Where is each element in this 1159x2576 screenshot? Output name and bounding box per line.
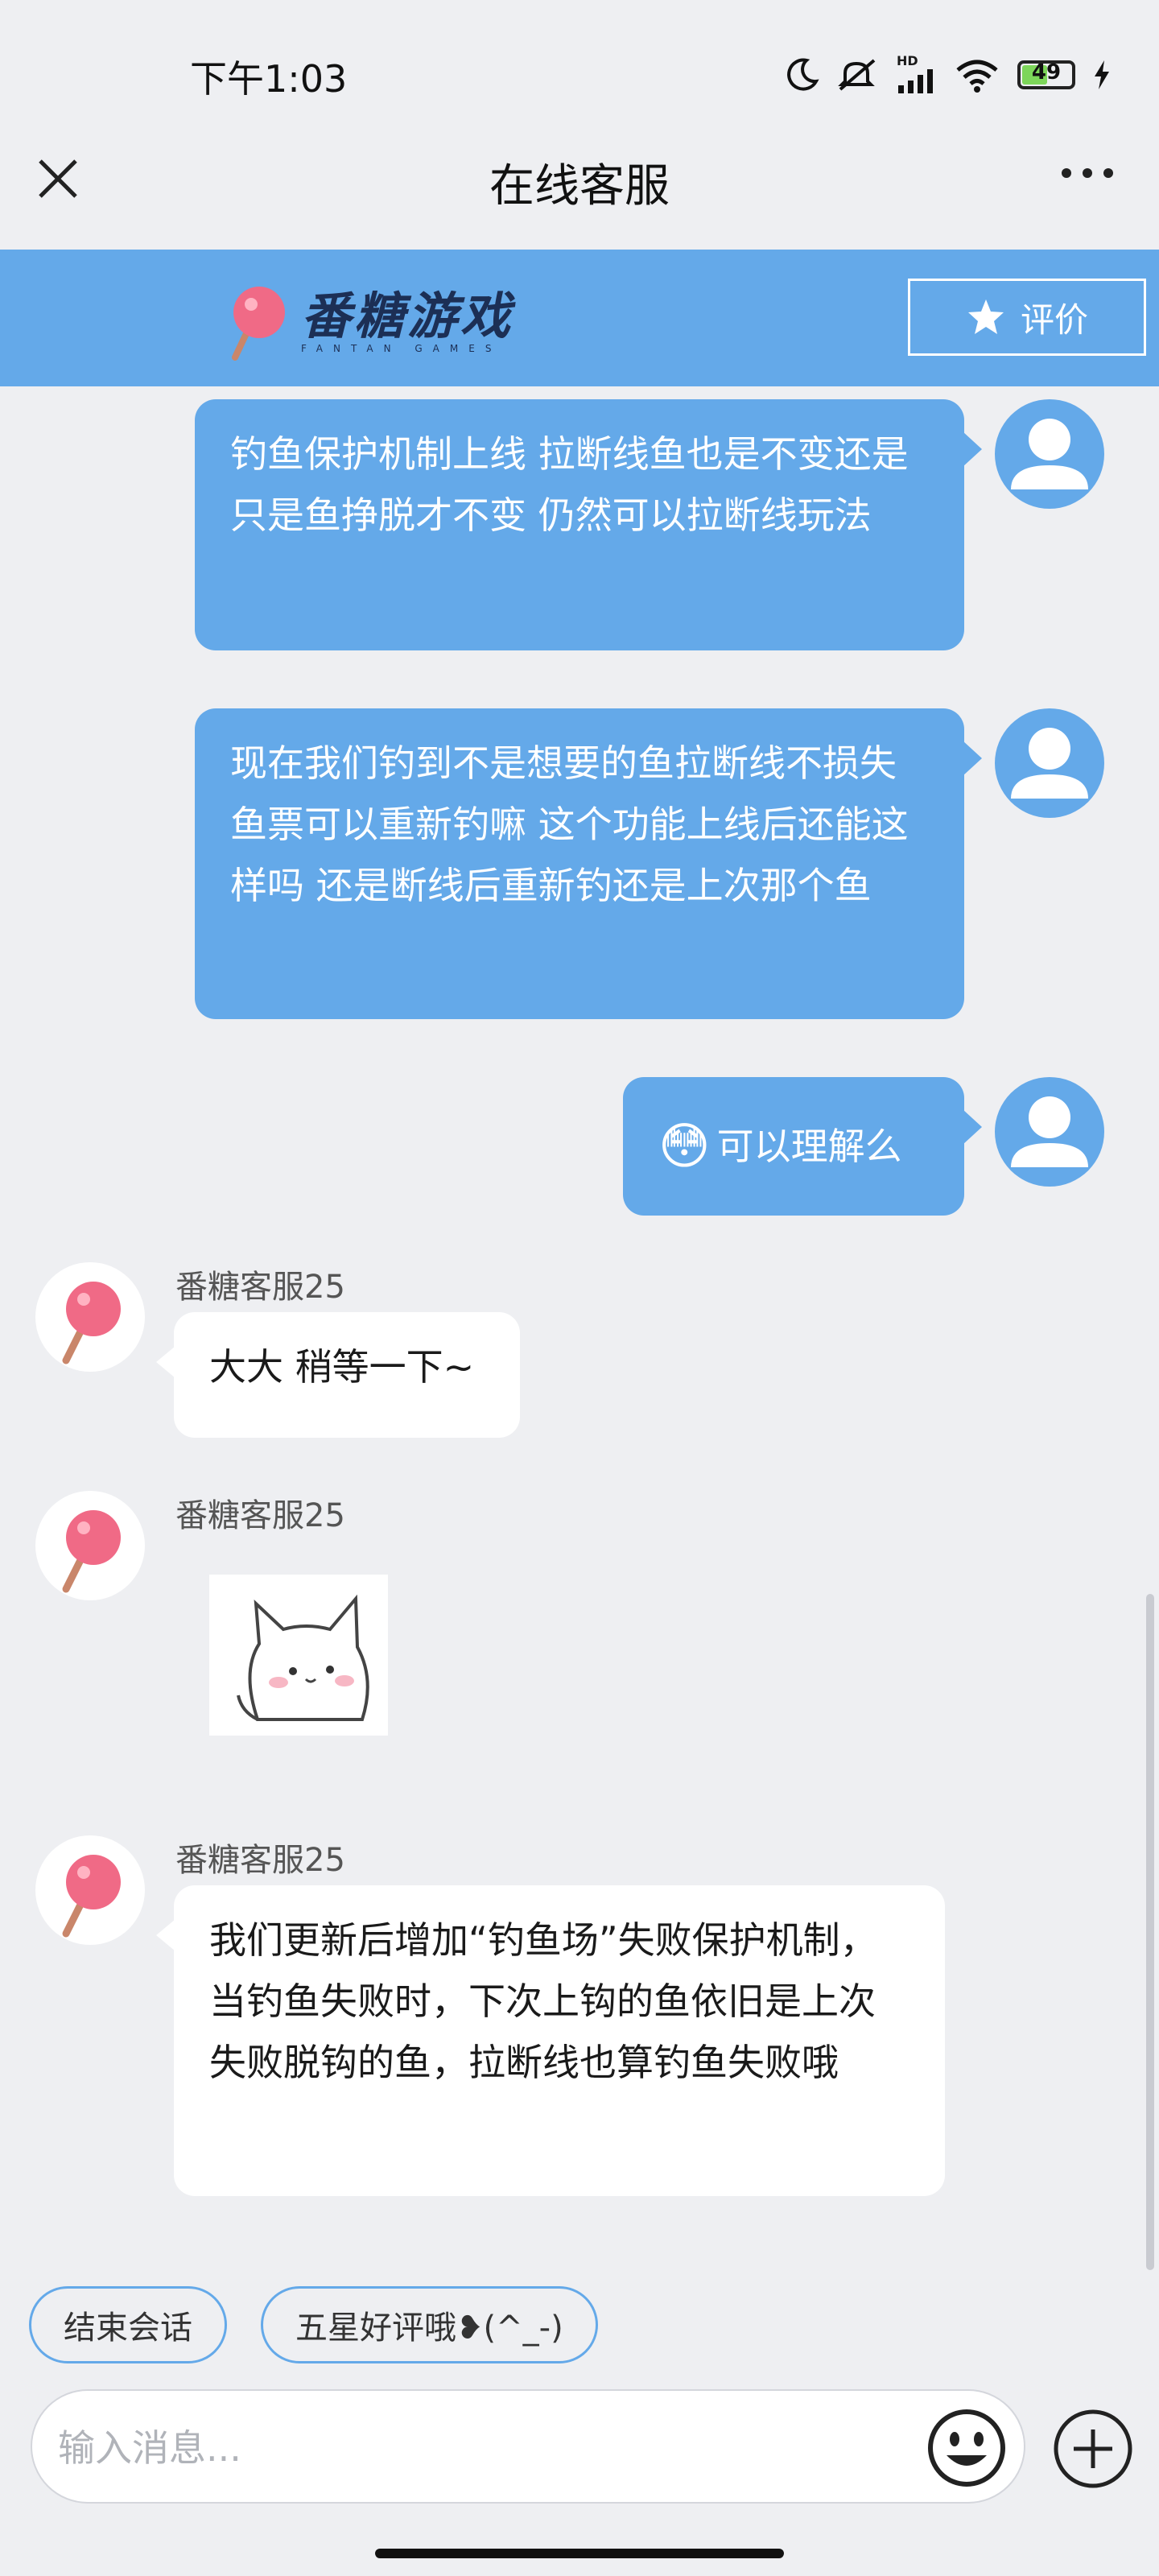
page-title: 在线客服 — [489, 160, 670, 213]
rate-button[interactable]: 评价 — [908, 279, 1146, 356]
emoji-icon[interactable] — [926, 2407, 1008, 2489]
user-avatar[interactable] — [995, 399, 1104, 509]
chat-scrollbar[interactable] — [1146, 1594, 1154, 2270]
home-indicator[interactable] — [375, 2549, 784, 2558]
user-avatar-icon — [1011, 419, 1088, 489]
charging-icon — [1095, 60, 1109, 89]
end-session-button[interactable]: 结束会话 — [29, 2286, 227, 2363]
mute-icon — [838, 59, 876, 91]
message-text: 可以理解么 — [716, 1125, 902, 1168]
star-icon — [967, 299, 1004, 334]
message-bubble-out[interactable]: 😳 可以理解么 — [623, 1077, 982, 1216]
chat-messages: 钓鱼保护机制上线 拉断线鱼也是不变还是 只是鱼挣脱才不变 仍然可以拉断线玩法 现… — [0, 386, 1159, 2270]
candy-logo-icon — [232, 287, 285, 361]
user-avatar-icon — [1011, 728, 1088, 799]
status-icons: HD 49 — [784, 55, 1111, 95]
message-text: 我们更新后增加“钓鱼场”失败保护机制，当钓鱼失败时，下次上钩的鱼依旧是上次失败脱… — [209, 1918, 877, 2084]
message-bubble-out[interactable]: 钓鱼保护机制上线 拉断线鱼也是不变还是 只是鱼挣脱才不变 仍然可以拉断线玩法 — [195, 399, 982, 650]
composer — [0, 2383, 1159, 2512]
battery-level: 49 — [1031, 60, 1062, 85]
message-bubble-in[interactable]: 大大 稍等一下~ — [156, 1312, 520, 1438]
status-bar: 下午1:03 HD 49 — [0, 0, 1159, 137]
user-avatar[interactable] — [995, 708, 1104, 818]
nav-bar: 在线客服 — [0, 137, 1159, 250]
cat-sticker[interactable] — [209, 1575, 388, 1736]
agent-name: 番糖客服25 — [175, 1497, 345, 1534]
status-time: 下午1:03 — [190, 57, 348, 101]
agent-avatar[interactable] — [35, 1835, 145, 1945]
candy-avatar-icon — [62, 1510, 121, 1593]
brand-logo: 番糖游戏 FANTAN GAMES — [225, 282, 514, 362]
more-icon[interactable] — [1059, 161, 1116, 185]
quick-replies: 结束会话 五星好评哦❥(^_-) — [0, 2262, 1159, 2383]
candy-avatar-icon — [62, 1855, 121, 1938]
wifi-icon — [956, 60, 998, 93]
moon-icon — [787, 58, 819, 91]
message-input-box — [31, 2389, 1025, 2504]
brand-subtitle: FANTAN GAMES — [301, 343, 502, 354]
user-avatar[interactable] — [995, 1077, 1104, 1187]
cat-sticker-icon — [237, 1594, 369, 1721]
message-text: 大大 稍等一下~ — [209, 1345, 475, 1389]
rate-label: 评价 — [1020, 299, 1088, 340]
message-bubble-in[interactable]: 我们更新后增加“钓鱼场”失败保护机制，当钓鱼失败时，下次上钩的鱼依旧是上次失败脱… — [156, 1885, 945, 2196]
agent-name: 番糖客服25 — [175, 1269, 345, 1306]
network-label: HD — [897, 53, 918, 68]
agent-name: 番糖客服25 — [175, 1842, 345, 1879]
battery-icon: 49 — [1017, 60, 1075, 89]
message-text: 现在我们钓到不是想要的鱼拉断线不损失鱼票可以重新钓嘛 这个功能上线后还能这样吗 … — [230, 741, 909, 907]
plus-icon[interactable] — [1051, 2407, 1135, 2491]
signal-icon: HD — [897, 55, 937, 95]
agent-avatar[interactable] — [35, 1262, 145, 1372]
five-star-review-button[interactable]: 五星好评哦❥(^_-) — [261, 2286, 598, 2363]
brand-bar: 番糖游戏 FANTAN GAMES 评价 — [0, 250, 1159, 386]
message-text: 钓鱼保护机制上线 拉断线鱼也是不变还是 只是鱼挣脱才不变 仍然可以拉断线玩法 — [230, 432, 909, 537]
user-avatar-icon — [1011, 1096, 1088, 1167]
brand-name: 番糖游戏 — [301, 287, 514, 345]
candy-avatar-icon — [62, 1282, 121, 1364]
flushed-emoji-icon: 😳 — [658, 1117, 711, 1175]
message-bubble-out[interactable]: 现在我们钓到不是想要的鱼拉断线不损失鱼票可以重新钓嘛 这个功能上线后还能这样吗 … — [195, 708, 982, 1019]
message-input[interactable] — [56, 2415, 913, 2481]
agent-avatar[interactable] — [35, 1491, 145, 1600]
